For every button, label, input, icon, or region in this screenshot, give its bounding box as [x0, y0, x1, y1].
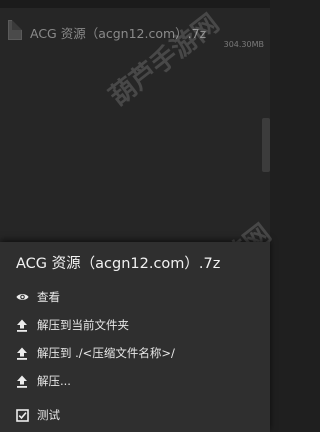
upload-arrow-icon: [15, 346, 29, 360]
file-row[interactable]: ACG 资源（acgn12.com）.7z 304.30MB: [0, 18, 270, 52]
scrollbar-thumb[interactable]: [262, 118, 270, 172]
menu-item-test[interactable]: 测试: [0, 402, 270, 430]
menu-item-label: 解压到当前文件夹: [37, 318, 129, 332]
upload-arrow-icon: [15, 374, 29, 388]
menu-item-label: 解压...: [37, 374, 71, 388]
sheet-title: ACG 资源（acgn12.com）.7z: [16, 256, 221, 272]
eye-icon: [15, 290, 29, 304]
menu-item-extract-here[interactable]: 解压到当前文件夹: [0, 312, 270, 340]
status-bar: [0, 0, 270, 8]
menu-item-label: 查看: [37, 290, 60, 304]
upload-arrow-icon: [15, 318, 29, 332]
file-name: ACG 资源（acgn12.com）.7z: [30, 26, 207, 41]
action-bottom-sheet: ACG 资源（acgn12.com）.7z 查看 解压到当前文件夹 解压到 ./…: [0, 242, 270, 432]
menu-item-view[interactable]: 查看: [0, 284, 270, 312]
file-icon: [8, 20, 22, 40]
file-size: 304.30MB: [223, 40, 264, 49]
menu-item-label: 解压到 ./<压缩文件名称>/: [37, 346, 175, 360]
menu-item-extract-custom[interactable]: 解压...: [0, 368, 270, 396]
menu-item-label: 测试: [37, 408, 60, 422]
checkbox-icon: [15, 408, 29, 422]
menu-item-extract-to-folder[interactable]: 解压到 ./<压缩文件名称>/: [0, 340, 270, 368]
